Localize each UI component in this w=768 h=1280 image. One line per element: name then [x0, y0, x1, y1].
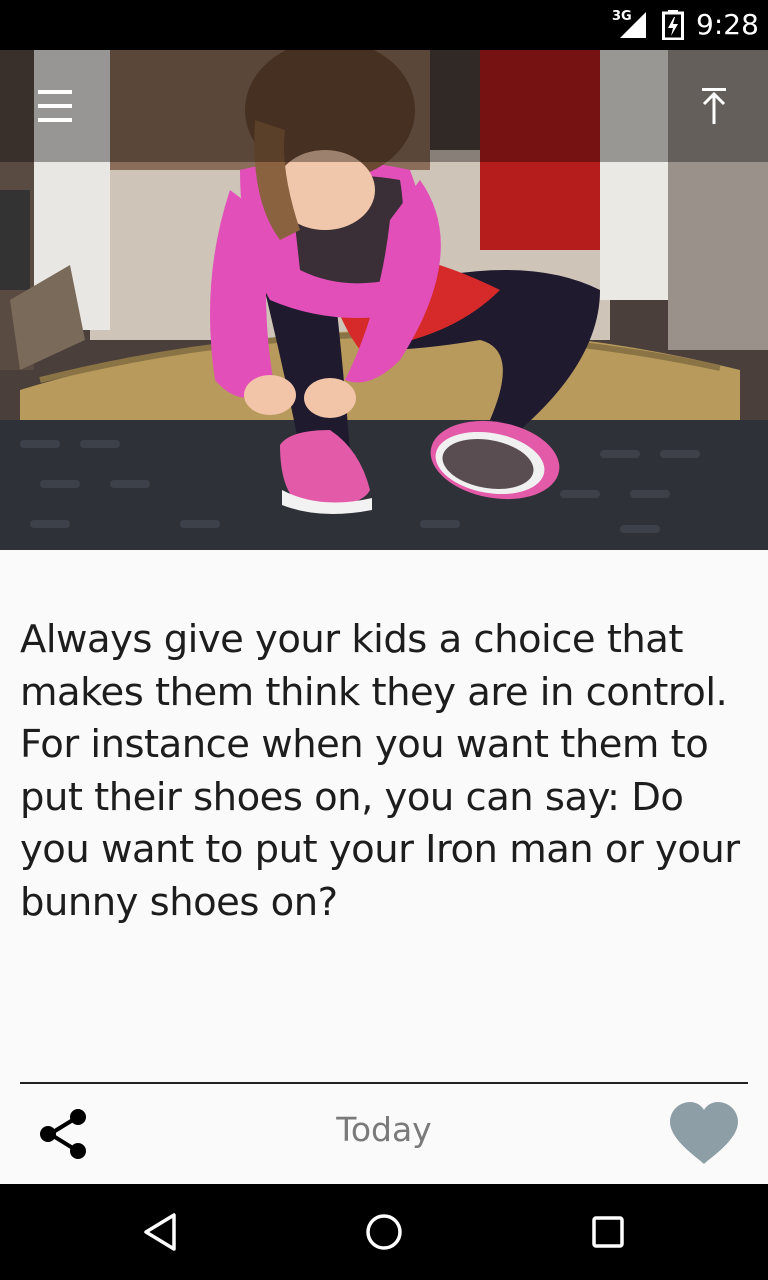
toolbar	[0, 50, 768, 162]
triangle-back-icon	[144, 1213, 176, 1251]
share-button[interactable]	[36, 1104, 92, 1164]
navigation-bar	[0, 1184, 768, 1280]
divider	[20, 1082, 748, 1084]
tip-text: Always give your kids a choice that make…	[20, 617, 740, 925]
recents-button[interactable]	[582, 1206, 634, 1258]
menu-button[interactable]	[30, 82, 80, 130]
back-button[interactable]	[134, 1206, 186, 1258]
hero-image	[0, 50, 768, 550]
battery-icon	[662, 10, 684, 41]
status-time: 9:28	[696, 8, 759, 41]
home-button[interactable]	[358, 1206, 410, 1258]
date-label: Today	[336, 1110, 432, 1149]
heart-icon	[670, 1102, 738, 1164]
arrow-to-top-icon	[702, 88, 726, 124]
like-button[interactable]	[668, 1100, 740, 1168]
status-bar: 3G 9:28	[0, 0, 768, 50]
signal-icon	[620, 12, 646, 38]
square-recents-icon	[592, 1216, 624, 1248]
network-indicator: 3G	[612, 10, 648, 40]
hamburger-menu-icon	[38, 90, 72, 122]
scroll-to-top-button[interactable]	[688, 80, 740, 132]
circle-home-icon	[366, 1214, 402, 1250]
share-icon	[40, 1109, 86, 1159]
